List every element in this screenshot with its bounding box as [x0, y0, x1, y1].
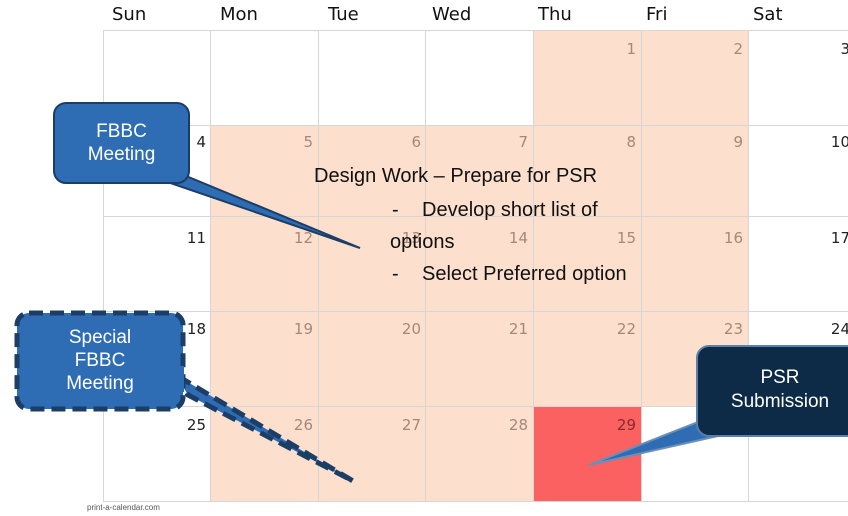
special-fbbc-meeting-label: Special FBBC Meeting [17, 326, 183, 395]
psr-submission-text: PSR Submission [730, 367, 830, 412]
bullet1-line1: Develop short list of [422, 199, 598, 221]
callout-layer [14, 102, 848, 484]
bullet-dash-2: - [392, 263, 399, 285]
bullet1-line2: options [390, 231, 455, 253]
design-work-title: Design Work – Prepare for PSR [314, 165, 598, 187]
footer-credit: print-a-calendar.com [87, 503, 160, 512]
fbbc-meeting-text: FBBC Meeting [87, 121, 156, 165]
fbbc-meeting-label: FBBC Meeting [54, 120, 189, 166]
psr-submission-label: PSR Submission [697, 366, 848, 414]
bullet-dash-1: - [392, 199, 399, 221]
bullet2-text: Select Preferred option [422, 263, 627, 285]
special-fbbc-meeting-callout-pointer [173, 372, 355, 484]
special-fbbc-meeting-text: Special FBBC Meeting [66, 327, 134, 394]
fbbc-callout-joint [70, 170, 180, 178]
